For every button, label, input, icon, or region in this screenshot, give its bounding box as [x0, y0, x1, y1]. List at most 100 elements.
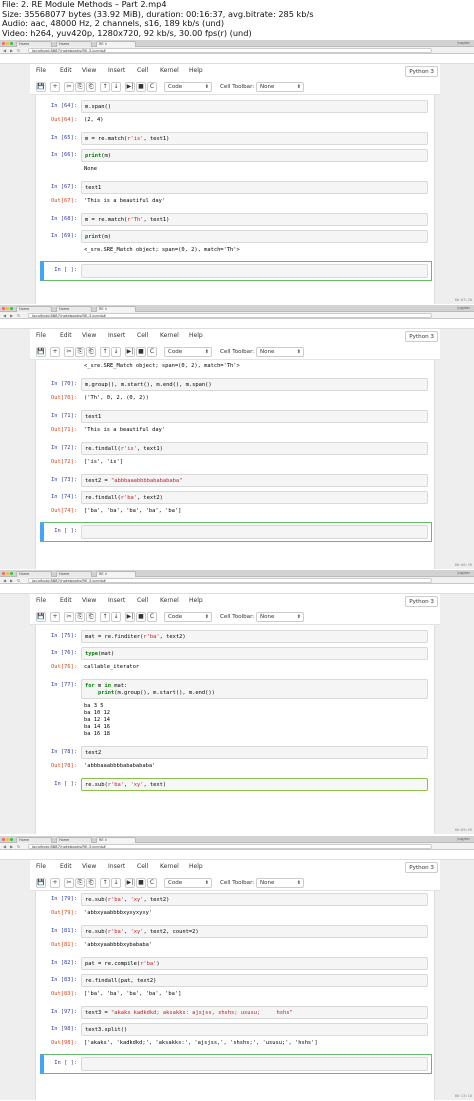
url-input[interactable]: localhost:8887/notebooks/RE-3.ipynb#: [28, 48, 432, 53]
menu-view[interactable]: View: [82, 595, 96, 607]
code-cell[interactable]: re.sub(r'ba', 'xy', text2): [81, 893, 428, 906]
menu-help[interactable]: Help: [189, 65, 203, 77]
back-arrow-icon[interactable]: ◀: [3, 48, 6, 53]
arrow-up-icon[interactable]: ↑: [100, 347, 110, 357]
arrow-up-icon[interactable]: ↑: [100, 82, 110, 92]
menu-insert[interactable]: Insert: [108, 330, 125, 342]
save-icon[interactable]: 💾: [36, 878, 46, 888]
url-input[interactable]: localhost:8887/notebooks/RE-3.ipynb#: [28, 844, 432, 849]
code-cell[interactable]: text2 = "abbbaaabbbbababababa": [81, 474, 428, 487]
arrow-down-icon[interactable]: ↓: [111, 612, 121, 622]
menu-file[interactable]: File: [36, 861, 46, 873]
menu-insert[interactable]: Insert: [108, 595, 125, 607]
kernel-indicator[interactable]: Python 3: [405, 66, 438, 77]
run-cell-icon[interactable]: ▶|: [125, 347, 135, 357]
arrow-up-icon[interactable]: ↑: [100, 612, 110, 622]
paste-icon[interactable]: ⎗: [86, 347, 96, 357]
code-cell[interactable]: [81, 1057, 428, 1071]
stop-icon[interactable]: ■: [136, 82, 146, 92]
code-cell[interactable]: mat = re.finditer(r'ba', text2): [81, 630, 428, 643]
menu-insert[interactable]: Insert: [108, 65, 125, 77]
forward-arrow-icon[interactable]: ▶: [10, 48, 13, 53]
forward-arrow-icon[interactable]: ▶: [10, 578, 13, 583]
menu-kernel[interactable]: Kernel: [160, 65, 179, 77]
reload-icon[interactable]: ↻: [17, 578, 20, 583]
paste-icon[interactable]: ⎗: [86, 82, 96, 92]
cell-type-select[interactable]: Code ⬍: [164, 878, 212, 888]
cell-toolbar-select[interactable]: None ⬍: [256, 347, 304, 357]
restart-icon[interactable]: C: [147, 878, 157, 888]
plus-icon[interactable]: +: [50, 612, 60, 622]
restart-icon[interactable]: C: [147, 347, 157, 357]
back-arrow-icon[interactable]: ◀: [3, 313, 6, 318]
code-cell[interactable]: text1: [81, 181, 428, 194]
code-cell[interactable]: m = re.match(r'is', text1): [81, 132, 428, 145]
code-cell[interactable]: re.sub(r'ba', 'xy', text): [81, 778, 428, 791]
code-cell[interactable]: m.group(), m.start(), m.end(), m.span(): [81, 378, 428, 391]
menu-cell[interactable]: Cell: [137, 595, 148, 607]
menu-cell[interactable]: Cell: [137, 330, 148, 342]
back-arrow-icon[interactable]: ◀: [3, 578, 6, 583]
menu-help[interactable]: Help: [189, 861, 203, 873]
run-cell-icon[interactable]: ▶|: [125, 82, 135, 92]
code-cell[interactable]: re.findall(r'ba', text2): [81, 491, 428, 504]
close-window-icon[interactable]: [2, 307, 5, 310]
restart-icon[interactable]: C: [147, 612, 157, 622]
code-cell[interactable]: print(m): [81, 230, 428, 243]
code-cell[interactable]: m = re.match(r'Th', text1): [81, 213, 428, 226]
scissors-icon[interactable]: ✂: [64, 347, 74, 357]
code-cell[interactable]: re.findall(pat, text2): [81, 974, 428, 987]
back-arrow-icon[interactable]: ◀: [3, 844, 6, 849]
copy-icon[interactable]: ⎘: [75, 82, 85, 92]
restart-icon[interactable]: C: [147, 82, 157, 92]
menu-help[interactable]: Help: [189, 330, 203, 342]
code-cell[interactable]: pat = re.compile(r'ba'): [81, 957, 428, 970]
run-cell-icon[interactable]: ▶|: [125, 612, 135, 622]
stop-icon[interactable]: ■: [136, 878, 146, 888]
close-window-icon[interactable]: [2, 838, 5, 841]
plus-icon[interactable]: +: [50, 878, 60, 888]
menu-cell[interactable]: Cell: [137, 861, 148, 873]
copy-icon[interactable]: ⎘: [75, 347, 85, 357]
plus-icon[interactable]: +: [50, 82, 60, 92]
menu-cell[interactable]: Cell: [137, 65, 148, 77]
scissors-icon[interactable]: ✂: [64, 82, 74, 92]
zoom-window-icon[interactable]: [10, 42, 13, 45]
code-cell[interactable]: re.sub(r'ba', 'xy', text2, count=2): [81, 925, 428, 938]
menu-kernel[interactable]: Kernel: [160, 861, 179, 873]
arrow-down-icon[interactable]: ↓: [111, 878, 121, 888]
scissors-icon[interactable]: ✂: [64, 878, 74, 888]
arrow-up-icon[interactable]: ↑: [100, 878, 110, 888]
stop-icon[interactable]: ■: [136, 347, 146, 357]
menu-view[interactable]: View: [82, 65, 96, 77]
menu-file[interactable]: File: [36, 65, 46, 77]
code-cell[interactable]: for m in mat: print(m.group(), m.start()…: [81, 679, 428, 699]
kernel-indicator[interactable]: Python 3: [405, 596, 438, 607]
menu-kernel[interactable]: Kernel: [160, 330, 179, 342]
arrow-down-icon[interactable]: ↓: [111, 82, 121, 92]
menu-help[interactable]: Help: [189, 595, 203, 607]
url-input[interactable]: localhost:8887/notebooks/RE-3.ipynb#: [28, 578, 432, 583]
reload-icon[interactable]: ↻: [17, 48, 20, 53]
menu-edit[interactable]: Edit: [60, 65, 72, 77]
menu-view[interactable]: View: [82, 330, 96, 342]
forward-arrow-icon[interactable]: ▶: [10, 313, 13, 318]
zoom-window-icon[interactable]: [10, 838, 13, 841]
zoom-window-icon[interactable]: [10, 572, 13, 575]
url-input[interactable]: localhost:8887/notebooks/RE-3.ipynb#: [28, 313, 432, 318]
code-cell[interactable]: type(mat): [81, 647, 428, 660]
stop-icon[interactable]: ■: [136, 612, 146, 622]
close-window-icon[interactable]: [2, 42, 5, 45]
run-cell-icon[interactable]: ▶|: [125, 878, 135, 888]
menu-kernel[interactable]: Kernel: [160, 595, 179, 607]
paste-icon[interactable]: ⎗: [86, 878, 96, 888]
code-cell[interactable]: re.findall(r'is', text1): [81, 442, 428, 455]
cell-toolbar-select[interactable]: None ⬍: [256, 82, 304, 92]
save-icon[interactable]: 💾: [36, 612, 46, 622]
copy-icon[interactable]: ⎘: [75, 612, 85, 622]
menu-edit[interactable]: Edit: [60, 330, 72, 342]
code-cell[interactable]: text2: [81, 746, 428, 759]
save-icon[interactable]: 💾: [36, 82, 46, 92]
copy-icon[interactable]: ⎘: [75, 878, 85, 888]
close-window-icon[interactable]: [2, 572, 5, 575]
